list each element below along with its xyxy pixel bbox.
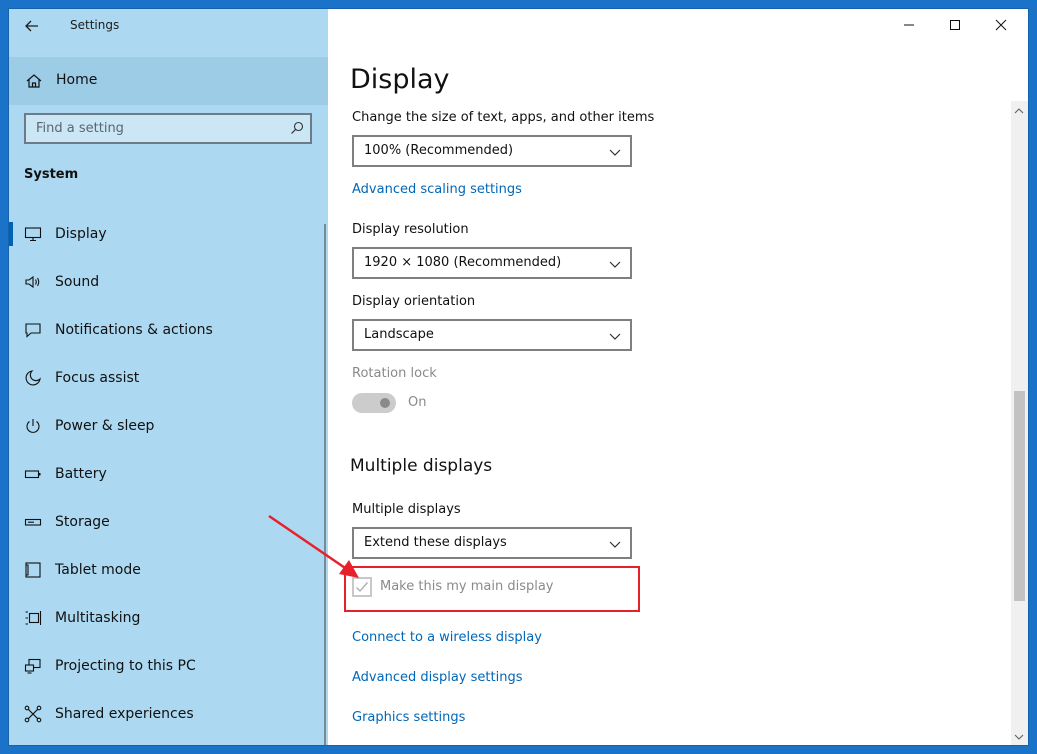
orientation-value: Landscape [364, 327, 434, 342]
main-display-label: Make this my main display [380, 579, 554, 594]
sidebar: Settings Home System Display [9, 9, 328, 745]
main-scrollbar[interactable] [1011, 101, 1028, 745]
main-content: Display Change the size of text, apps, a… [328, 9, 1028, 745]
sidebar-item-label: Focus assist [55, 370, 140, 386]
sidebar-item-focus-assist[interactable]: Focus assist [9, 354, 328, 402]
resolution-label: Display resolution [352, 222, 469, 237]
scale-dropdown[interactable]: 100% (Recommended) [352, 135, 632, 167]
maximize-button[interactable] [932, 9, 978, 41]
sidebar-item-sound[interactable]: Sound [9, 258, 328, 306]
multiple-displays-heading: Multiple displays [350, 456, 493, 476]
multiple-displays-value: Extend these displays [364, 535, 507, 550]
power-icon [26, 419, 40, 433]
sidebar-item-display[interactable]: Display [9, 210, 328, 258]
active-indicator [9, 222, 13, 246]
scroll-up-icon[interactable] [1014, 107, 1024, 115]
sidebar-item-label: Tablet mode [55, 562, 141, 578]
speaker-icon [25, 275, 40, 289]
sidebar-item-label: Storage [55, 514, 110, 530]
chevron-down-icon [609, 333, 621, 340]
sidebar-item-multitasking[interactable]: Multitasking [9, 594, 328, 642]
sidebar-item-label: Power & sleep [55, 418, 155, 434]
scrollbar-thumb[interactable] [1014, 391, 1025, 601]
resolution-dropdown[interactable]: 1920 × 1080 (Recommended) [352, 247, 632, 279]
home-icon [26, 74, 42, 88]
sidebar-item-label: Sound [55, 274, 100, 290]
back-arrow-icon [25, 20, 38, 32]
multiple-displays-label: Multiple displays [352, 502, 461, 517]
sidebar-item-home[interactable]: Home [9, 57, 328, 105]
orientation-label: Display orientation [352, 294, 476, 309]
title-bar: Settings [9, 9, 328, 42]
search-input[interactable] [26, 115, 276, 142]
advanced-scaling-link[interactable]: Advanced scaling settings [352, 182, 522, 197]
sidebar-item-shared-experiences[interactable]: Shared experiences [9, 690, 328, 738]
toggle-knob [380, 398, 390, 408]
multiple-displays-dropdown[interactable]: Extend these displays [352, 527, 632, 559]
advanced-display-link[interactable]: Advanced display settings [352, 670, 522, 685]
rotation-lock-toggle[interactable] [352, 393, 396, 413]
projecting-icon [24, 658, 41, 674]
resolution-value: 1920 × 1080 (Recommended) [364, 255, 562, 270]
section-title: System [24, 167, 79, 182]
sidebar-item-notifications[interactable]: Notifications & actions [9, 306, 328, 354]
rotation-lock-state: On [408, 395, 427, 410]
close-icon [995, 19, 1007, 31]
sidebar-item-projecting[interactable]: Projecting to this PC [9, 642, 328, 690]
annotation-arrow-icon [268, 514, 359, 578]
sidebar-item-power-sleep[interactable]: Power & sleep [9, 402, 328, 450]
settings-window: Settings Home System Display [9, 9, 1028, 745]
orientation-dropdown[interactable]: Landscape [352, 319, 632, 351]
sidebar-item-label: Multitasking [55, 610, 141, 626]
minimize-button[interactable] [886, 9, 932, 41]
search-icon[interactable] [290, 121, 304, 135]
storage-icon [24, 518, 42, 526]
battery-icon [24, 470, 41, 479]
sidebar-item-label: Home [56, 72, 98, 88]
close-button[interactable] [978, 9, 1024, 41]
maximize-icon [950, 20, 960, 30]
wireless-display-link[interactable]: Connect to a wireless display [352, 630, 542, 645]
sidebar-item-label: Battery [55, 466, 107, 482]
scroll-down-icon[interactable] [1014, 733, 1024, 741]
chevron-down-icon [609, 541, 621, 548]
sidebar-item-label: Shared experiences [55, 706, 194, 722]
app-title: Settings [70, 18, 120, 32]
sidebar-item-label: Projecting to this PC [55, 658, 196, 674]
notification-icon [25, 323, 41, 338]
scale-value: 100% (Recommended) [364, 143, 514, 158]
sidebar-item-label: Notifications & actions [55, 322, 213, 338]
sidebar-scrollbar[interactable] [324, 224, 326, 745]
multitasking-icon [25, 611, 42, 625]
chevron-down-icon [609, 149, 621, 156]
scale-label: Change the size of text, apps, and other… [352, 110, 655, 125]
search-box [24, 113, 312, 144]
back-button[interactable] [19, 14, 45, 38]
graphics-settings-link[interactable]: Graphics settings [352, 710, 465, 725]
minimize-icon [904, 24, 914, 26]
monitor-icon [24, 227, 42, 242]
shared-experiences-icon [24, 705, 42, 723]
sidebar-item-battery[interactable]: Battery [9, 450, 328, 498]
rotation-lock-label: Rotation lock [352, 366, 437, 381]
sidebar-item-label: Display [55, 226, 107, 242]
moon-icon [25, 370, 41, 386]
tablet-icon [25, 562, 41, 578]
chevron-down-icon [609, 261, 621, 268]
page-title: Display [350, 64, 450, 95]
